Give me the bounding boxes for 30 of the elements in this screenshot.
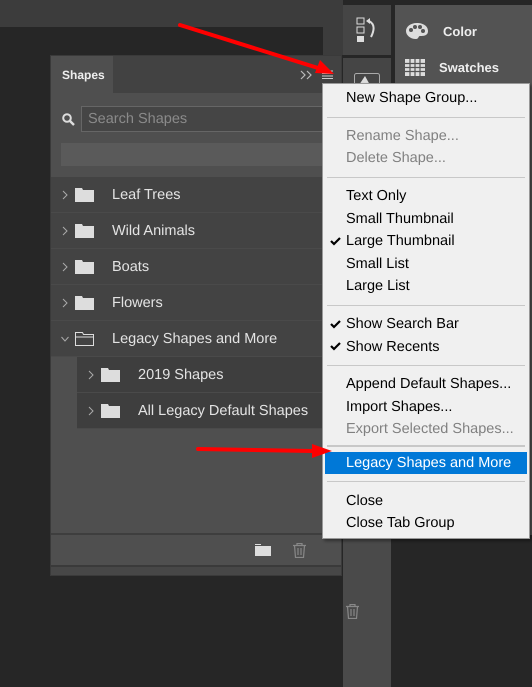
folder-icon (75, 296, 94, 310)
checkmark-icon (330, 236, 341, 246)
menu-item[interactable]: Close (325, 489, 527, 512)
resize-grip[interactable] (51, 565, 341, 575)
swatches-icon (405, 58, 425, 76)
menu-item[interactable]: Close Tab Group (325, 512, 527, 534)
folder-icon (75, 260, 94, 274)
folder-icon (75, 224, 94, 238)
trash-icon[interactable] (293, 542, 306, 558)
folder-icon (75, 332, 94, 346)
palette-icon (405, 22, 429, 40)
checkmark-icon (330, 320, 341, 329)
chevron-right-icon[interactable] (61, 262, 69, 272)
chevron-right-icon[interactable] (61, 190, 69, 200)
menu-icon[interactable] (322, 70, 333, 79)
folder-icon (75, 188, 94, 202)
menu-item[interactable]: Legacy Shapes and More (325, 452, 527, 474)
folder-icon (101, 368, 120, 382)
chevron-right-icon[interactable] (61, 298, 69, 308)
panel-item[interactable]: Color (395, 13, 532, 49)
chevron-right-icon[interactable] (61, 226, 69, 236)
checkmark-icon (330, 342, 341, 352)
panel-tab[interactable]: Shapes (51, 56, 113, 93)
trash-icon[interactable] (346, 604, 359, 619)
folder-icon (101, 404, 120, 418)
collapse-icon[interactable] (300, 70, 314, 80)
chevron-right-icon[interactable] (87, 370, 95, 380)
new-folder-icon[interactable] (255, 544, 271, 556)
chevron-right-icon[interactable] (87, 406, 95, 416)
search-icon (62, 112, 75, 126)
